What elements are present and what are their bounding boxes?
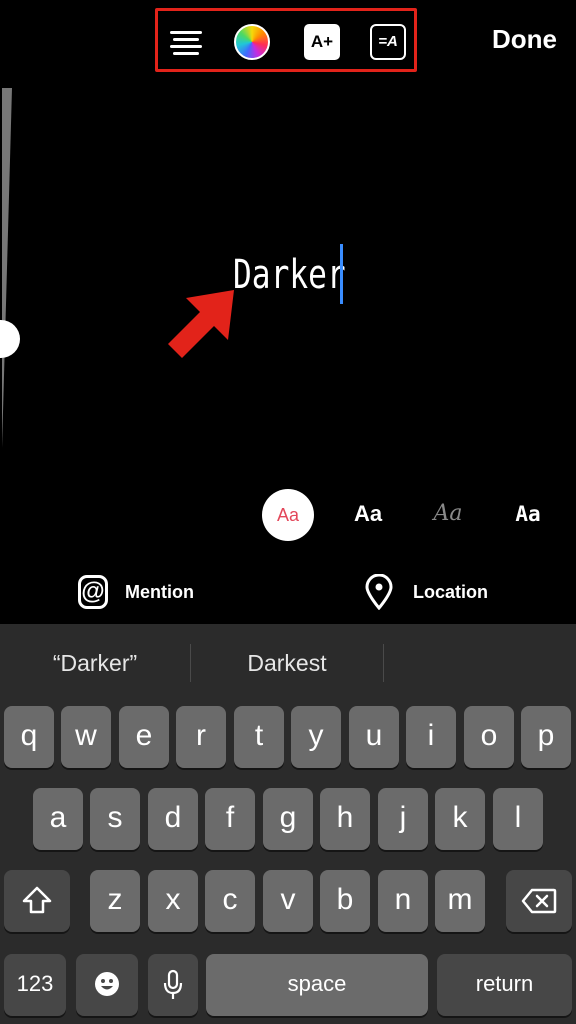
microphone-icon: [163, 969, 183, 999]
font-style-typewriter[interactable]: Aa: [508, 490, 548, 538]
key-v[interactable]: v: [263, 870, 313, 932]
text-toolbar: A+ =A: [155, 8, 417, 72]
key-k[interactable]: k: [435, 788, 485, 850]
key-r[interactable]: r: [176, 706, 226, 768]
suggestion-item[interactable]: [384, 624, 576, 702]
suggestion-bar: “Darker” Darkest: [0, 624, 576, 702]
key-o[interactable]: o: [464, 706, 514, 768]
color-wheel-icon[interactable]: [234, 24, 270, 60]
suggestion-item[interactable]: Darkest: [191, 624, 383, 702]
shift-icon: [22, 886, 52, 914]
delete-icon: [521, 888, 557, 914]
key-s[interactable]: s: [90, 788, 140, 850]
key-l[interactable]: l: [493, 788, 543, 850]
mention-button[interactable]: @ Mention: [78, 570, 194, 614]
numbers-key[interactable]: 123: [4, 954, 66, 1016]
red-arrow-icon: [168, 290, 234, 358]
key-n[interactable]: n: [378, 870, 428, 932]
location-label: Location: [413, 581, 488, 602]
location-button[interactable]: Location: [364, 570, 488, 614]
suggestion-item[interactable]: “Darker”: [0, 624, 190, 702]
key-m[interactable]: m: [435, 870, 485, 932]
key-i[interactable]: i: [406, 706, 456, 768]
key-g[interactable]: g: [263, 788, 313, 850]
key-z[interactable]: z: [90, 870, 140, 932]
key-f[interactable]: f: [205, 788, 255, 850]
done-button[interactable]: Done: [492, 24, 557, 55]
shift-key[interactable]: [4, 870, 70, 932]
mention-label: Mention: [125, 581, 194, 602]
font-style-script[interactable]: Aa: [428, 490, 468, 538]
emoji-key[interactable]: [76, 954, 138, 1016]
key-w[interactable]: w: [61, 706, 111, 768]
emoji-icon: [95, 972, 119, 996]
key-u[interactable]: u: [349, 706, 399, 768]
animate-text-icon[interactable]: =A: [370, 24, 406, 60]
key-d[interactable]: d: [148, 788, 198, 850]
mention-icon: @: [78, 575, 108, 609]
key-c[interactable]: c: [205, 870, 255, 932]
font-style-modern[interactable]: Aa: [348, 490, 388, 538]
text-effects-icon[interactable]: A+: [304, 24, 340, 60]
key-p[interactable]: p: [521, 706, 571, 768]
key-y[interactable]: y: [291, 706, 341, 768]
font-style-classic[interactable]: Aa: [262, 489, 314, 541]
story-text[interactable]: Darker: [233, 252, 346, 298]
location-pin-icon: [365, 574, 393, 610]
slider-thumb[interactable]: [0, 320, 20, 358]
delete-key[interactable]: [506, 870, 572, 932]
keyboard: “Darker” Darkest q w e r t y u i o p a s…: [0, 624, 576, 1024]
align-icon[interactable]: [168, 24, 204, 60]
key-t[interactable]: t: [234, 706, 284, 768]
key-a[interactable]: a: [33, 788, 83, 850]
return-key[interactable]: return: [437, 954, 572, 1016]
key-b[interactable]: b: [320, 870, 370, 932]
key-j[interactable]: j: [378, 788, 428, 850]
key-e[interactable]: e: [119, 706, 169, 768]
space-key[interactable]: space: [206, 954, 428, 1016]
microphone-key[interactable]: [148, 954, 198, 1016]
key-q[interactable]: q: [4, 706, 54, 768]
key-x[interactable]: x: [148, 870, 198, 932]
text-caret: [340, 244, 343, 304]
text-size-slider[interactable]: [0, 88, 12, 448]
key-h[interactable]: h: [320, 788, 370, 850]
